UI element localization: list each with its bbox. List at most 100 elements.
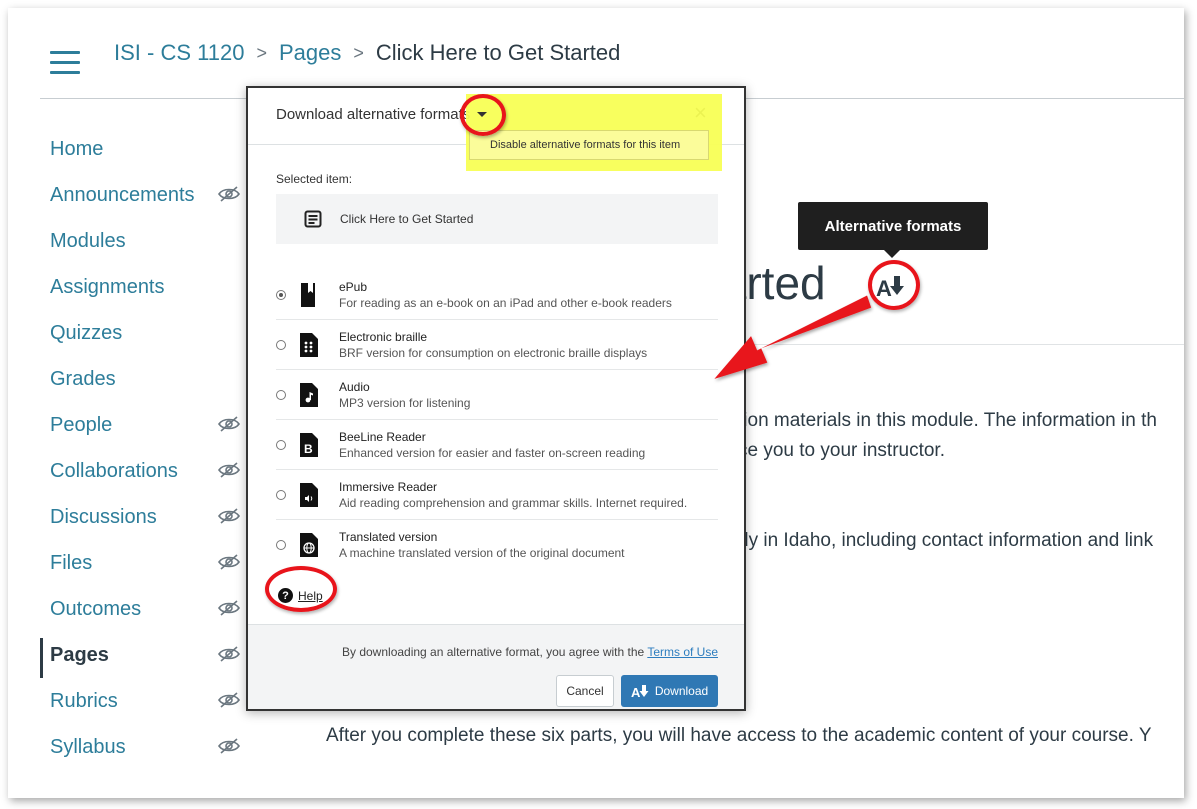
format-radio[interactable] — [276, 440, 286, 450]
annotation-circle — [265, 566, 337, 612]
format-name: Audio — [339, 380, 370, 394]
format-option-electronic-braille[interactable]: Electronic braille BRF version for consum… — [276, 320, 718, 370]
format-description: BRF version for consumption on electroni… — [339, 346, 648, 360]
sidebar-item-label: Syllabus — [50, 735, 126, 758]
beeline-icon: B — [300, 433, 318, 457]
format-description: For reading as an e-book on an iPad and … — [339, 296, 672, 310]
sidebar-item-label: Discussions — [50, 505, 157, 528]
screenshot-paper: ISI - CS 1120 > Pages > Click Here to Ge… — [8, 8, 1184, 798]
sidebar-item-syllabus[interactable]: Syllabus — [40, 724, 240, 770]
download-alternative-formats-dialog: Download alternative formats × Selected … — [246, 86, 746, 711]
terms-prefix: By downloading an alternative format, yo… — [342, 645, 645, 659]
sidebar-item-label: Announcements — [50, 183, 195, 206]
format-name: Translated version — [339, 530, 438, 544]
format-option-epub[interactable]: ePub For reading as an e-book on an iPad … — [276, 270, 718, 320]
selected-item-name: Click Here to Get Started — [340, 212, 474, 226]
format-options-list: ePub For reading as an e-book on an iPad … — [276, 270, 718, 570]
eye-hidden-icon — [218, 554, 240, 570]
page-text-line: tion materials in this module. The infor… — [738, 410, 1157, 431]
breadcrumb-current: Click Here to Get Started — [375, 40, 621, 65]
alternative-formats-tooltip: Alternative formats — [798, 202, 988, 258]
format-radio[interactable] — [276, 490, 286, 500]
sidebar-item-home[interactable]: Home — [40, 126, 240, 172]
dialog-title: Download alternative formats — [276, 106, 471, 123]
eye-hidden-icon — [218, 508, 240, 524]
format-name: BeeLine Reader — [339, 430, 426, 444]
annotation-circle — [868, 260, 920, 310]
breadcrumb-pages-link[interactable]: Pages — [279, 40, 341, 66]
braille-icon — [300, 333, 318, 357]
sidebar-item-label: Files — [50, 551, 93, 574]
sidebar-item-files[interactable]: Files — [40, 540, 240, 586]
format-name: ePub — [339, 280, 368, 294]
eye-hidden-icon — [218, 600, 240, 616]
immersive-icon — [300, 483, 318, 507]
page-divider — [748, 344, 1184, 345]
sidebar-item-label: Home — [50, 137, 104, 160]
sidebar-item-modules[interactable]: Modules — [40, 218, 240, 264]
page-text-line: ce you to your instructor. — [738, 440, 945, 461]
sidebar-item-grades[interactable]: Grades — [40, 356, 240, 402]
terms-of-use-link[interactable]: Terms of Use — [647, 645, 718, 659]
eye-hidden-icon — [218, 186, 240, 202]
sidebar-item-label: People — [50, 413, 113, 436]
sidebar-item-assignments[interactable]: Assignments — [40, 264, 240, 310]
sidebar-item-label: Pages — [50, 643, 109, 666]
sidebar-item-label: Quizzes — [50, 321, 123, 344]
download-format-icon: A — [631, 685, 649, 698]
svg-text:B: B — [304, 442, 313, 456]
sidebar-item-discussions[interactable]: Discussions — [40, 494, 240, 540]
globe-icon — [300, 533, 318, 557]
selected-item-box: Click Here to Get Started — [276, 194, 718, 244]
page-text-line: After you complete these six parts, you … — [326, 725, 1152, 746]
sidebar-item-label: Collaborations — [50, 459, 178, 482]
format-radio[interactable] — [276, 290, 286, 300]
disable-alternative-formats-menu-item[interactable]: Disable alternative formats for this ite… — [469, 130, 709, 160]
format-description: A machine translated version of the orig… — [339, 546, 625, 560]
audio-icon — [300, 383, 318, 407]
format-radio[interactable] — [276, 390, 286, 400]
sidebar-item-rubrics[interactable]: Rubrics — [40, 678, 240, 724]
eye-hidden-icon — [218, 416, 240, 432]
dialog-footer: By downloading an alternative format, yo… — [248, 624, 744, 709]
sidebar-item-pages[interactable]: Pages — [40, 632, 240, 678]
format-option-translated-version[interactable]: Translated version A machine translated v… — [276, 520, 718, 570]
format-name: Electronic braille — [339, 330, 428, 344]
format-description: MP3 version for listening — [339, 396, 471, 410]
format-description: Aid reading comprehension and grammar sk… — [339, 496, 688, 510]
format-option-immersive-reader[interactable]: Immersive Reader Aid reading comprehensio… — [276, 470, 718, 520]
sidebar-item-quizzes[interactable]: Quizzes — [40, 310, 240, 356]
cancel-button[interactable]: Cancel — [556, 675, 614, 707]
breadcrumb-course-link[interactable]: ISI - CS 1120 — [114, 40, 244, 66]
breadcrumb-separator: > — [353, 42, 364, 63]
sidebar-item-collaborations[interactable]: Collaborations — [40, 448, 240, 494]
eye-hidden-icon — [218, 462, 240, 478]
format-description: Enhanced version for easier and faster o… — [339, 446, 646, 460]
sidebar-item-label: Outcomes — [50, 597, 142, 620]
format-name: Immersive Reader — [339, 480, 438, 494]
page-icon — [304, 210, 322, 228]
annotation-circle — [460, 94, 506, 136]
download-button[interactable]: A Download — [621, 675, 718, 707]
hamburger-menu-icon[interactable] — [50, 51, 80, 75]
sidebar-item-announcements[interactable]: Announcements — [40, 172, 240, 218]
selected-item-label: Selected item: — [276, 172, 353, 186]
download-label: Download — [654, 684, 709, 698]
sidebar-item-label: Modules — [50, 229, 126, 252]
format-radio[interactable] — [276, 540, 286, 550]
sidebar-item-outcomes[interactable]: Outcomes — [40, 586, 240, 632]
eye-hidden-icon — [218, 692, 240, 708]
format-option-audio[interactable]: Audio MP3 version for listening — [276, 370, 718, 420]
book-icon — [301, 283, 315, 307]
svg-text:A: A — [631, 685, 641, 698]
breadcrumb-separator: > — [256, 42, 267, 63]
sidebar-item-label: Assignments — [50, 275, 165, 298]
page-text-line: dy in Idaho, including contact informati… — [738, 530, 1154, 551]
eye-hidden-icon — [218, 738, 240, 754]
course-navigation: Home Announcements Modules Assignments Quizz… — [40, 126, 240, 770]
format-option-beeline-reader[interactable]: B BeeLine Reader Enhanced version for easi… — [276, 420, 718, 470]
sidebar-item-label: Rubrics — [50, 689, 118, 712]
breadcrumb: ISI - CS 1120 > Pages > Click Here to Ge… — [114, 40, 620, 66]
format-radio[interactable] — [276, 340, 286, 350]
sidebar-item-people[interactable]: People — [40, 402, 240, 448]
